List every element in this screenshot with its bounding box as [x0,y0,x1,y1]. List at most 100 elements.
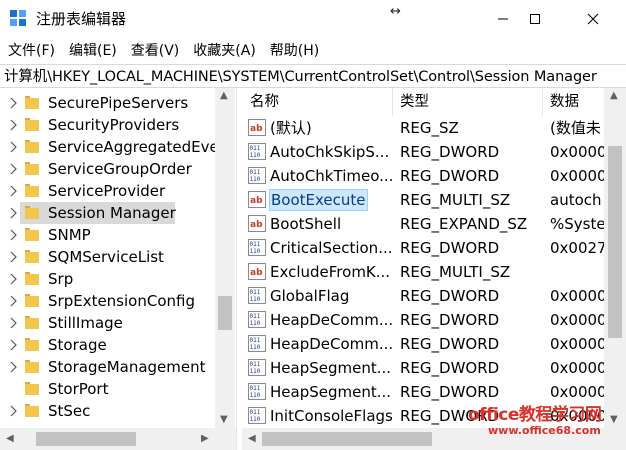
menu-help[interactable]: 帮助(H) [270,41,319,61]
string-value-icon: ab [248,263,266,280]
tree-item[interactable]: SNMP [0,224,215,246]
tree-item-label: StorPort [48,380,109,398]
table-row[interactable]: 011 110 HeapDeComm... REG_DWORD 0x0000 [242,332,604,356]
value-type: REG_EXPAND_SZ [400,215,528,233]
table-row[interactable]: 011 110 AutoChkSkipS... REG_DWORD 0x0000 [242,140,604,164]
value-name: GlobalFlag [270,287,350,305]
column-divider[interactable] [542,88,543,116]
table-row[interactable]: ab ExcludeFromK... REG_MULTI_SZ [242,260,604,284]
tree-item[interactable]: ServiceProvider [0,180,215,202]
binary-value-icon: 011110 [248,359,266,376]
tree-hscroll-thumb[interactable] [36,432,136,446]
scroll-up-icon[interactable]: ▲ [610,90,618,101]
table-row[interactable]: 011 110 AutoChkTimeo... REG_DWORD 0x0000 [242,164,604,188]
svg-text:011: 011 [250,145,261,152]
value-data: 0x0000 [550,311,604,329]
tree-item-label: SNMP [48,226,91,244]
tree-item-label: ServiceProvider [48,182,166,200]
menu-favorites[interactable]: 收藏夹(A) [193,41,256,61]
svg-text:011: 011 [250,241,261,248]
svg-text:011: 011 [250,169,261,176]
binary-value-icon: 011110 [248,383,266,400]
list-hscroll-thumb[interactable] [262,432,432,446]
value-name: HeapSegment... [270,359,392,377]
table-row[interactable]: 011 110 HeapDeComm... REG_DWORD 0x0000 [242,308,604,332]
menu-file[interactable]: 文件(F) [8,41,55,61]
tree-item[interactable]: StSec [0,400,215,422]
column-header-name[interactable]: 名称 [250,92,279,112]
table-row[interactable]: 011 110 HeapSegment... REG_DWORD 0x0000 [242,356,604,380]
chevron-right-icon[interactable] [9,361,17,373]
scroll-down-icon[interactable]: ▼ [220,414,228,425]
list-vertical-scrollbar[interactable]: ▲ ▼ [604,88,626,428]
tree-item-label: SrpExtensionConfig [48,292,195,310]
value-name: AutoChkSkipS... [270,143,390,161]
tree-item[interactable]: Storage [0,334,215,356]
list-scroll-thumb[interactable] [608,146,622,338]
tree-item[interactable]: ServiceGroupOrder [0,158,215,180]
tree-item[interactable]: Session Manager [0,202,215,224]
chevron-right-icon[interactable] [9,119,17,131]
chevron-right-icon[interactable] [9,163,17,175]
scroll-up-icon[interactable]: ▲ [220,90,228,101]
tree-item[interactable]: SecurityProviders [0,114,215,136]
tree-vertical-scrollbar[interactable]: ▲ ▼ [215,88,235,428]
chevron-right-icon[interactable] [9,405,17,417]
tree-item-label: SecurePipeServers [48,94,189,112]
value-type: REG_DWORD [400,287,500,305]
value-list: 名称 类型 数据 ab (默认) REG_SZ (数值未 011 110 AutoChkSk… [242,88,604,428]
chevron-right-icon[interactable] [9,251,17,263]
menu-view[interactable]: 查看(V) [131,41,180,61]
address-bar[interactable]: 计算机\HKEY_LOCAL_MACHINE\SYSTEM\CurrentCon… [0,64,626,88]
scroll-right-icon[interactable]: ▶ [201,433,209,444]
svg-text:011: 011 [250,313,261,320]
chevron-right-icon[interactable] [9,273,17,285]
chevron-right-icon[interactable] [9,339,17,351]
tree-item[interactable]: SecurePipeServers [0,92,215,114]
menu-edit[interactable]: 编辑(E) [69,41,117,61]
chevron-right-icon[interactable] [9,141,17,153]
tree-item[interactable]: SQMServiceList [0,246,215,268]
watermark-title: office教程学习网 [468,405,602,425]
scroll-left-icon[interactable]: ◀ [6,433,14,444]
column-header-data[interactable]: 数据 [550,92,579,112]
scroll-left-icon[interactable]: ◀ [248,433,256,444]
tree-item[interactable]: StillImage [0,312,215,334]
value-name: HeapSegment... [270,383,392,401]
chevron-right-icon[interactable] [9,229,17,241]
close-button[interactable] [570,0,616,38]
string-value-icon: ab [248,215,266,232]
column-divider[interactable] [392,88,393,116]
tree-item[interactable]: StorPort [0,378,215,400]
tree-item-label: SecurityProviders [48,116,180,134]
value-name: HeapDeComm... [270,311,394,329]
title-bar[interactable]: 注册表编辑器 ↔ [0,0,626,38]
folder-icon [25,162,39,175]
tree-scroll-thumb[interactable] [218,296,232,330]
value-data: autoch [550,191,602,209]
binary-value-icon: 011110 [248,287,266,304]
chevron-right-icon[interactable] [9,185,17,197]
folder-icon [25,360,39,373]
string-value-icon: ab [248,119,266,136]
tree-item[interactable]: ServiceAggregatedEve [0,136,219,158]
tree-item[interactable]: StorageManagement [0,356,215,378]
table-row[interactable]: 011 110 CriticalSection... REG_DWORD 0x0027 [242,236,604,260]
value-name: HeapDeComm... [270,335,394,353]
table-row[interactable]: ab BootExecute REG_MULTI_SZ autoch [242,188,604,212]
folder-icon [25,140,39,153]
tree-item[interactable]: SrpExtensionConfig [0,290,215,312]
value-type: REG_MULTI_SZ [400,263,511,281]
table-row[interactable]: 011 110 GlobalFlag REG_DWORD 0x0000 [242,284,604,308]
tree-item[interactable]: Srp [0,268,215,290]
address-path[interactable]: 计算机\HKEY_LOCAL_MACHINE\SYSTEM\CurrentCon… [4,67,597,87]
table-row[interactable]: ab BootShell REG_EXPAND_SZ %Syste [242,212,604,236]
chevron-right-icon[interactable] [9,207,17,219]
table-row[interactable]: ab (默认) REG_SZ (数值未 [242,116,604,140]
tree-horizontal-scrollbar[interactable]: ◀ ▶ [0,428,236,450]
maximize-button[interactable] [512,0,558,38]
chevron-right-icon[interactable] [9,317,17,329]
chevron-right-icon[interactable] [9,295,17,307]
chevron-right-icon[interactable] [9,97,17,109]
column-header-type[interactable]: 类型 [400,92,429,112]
